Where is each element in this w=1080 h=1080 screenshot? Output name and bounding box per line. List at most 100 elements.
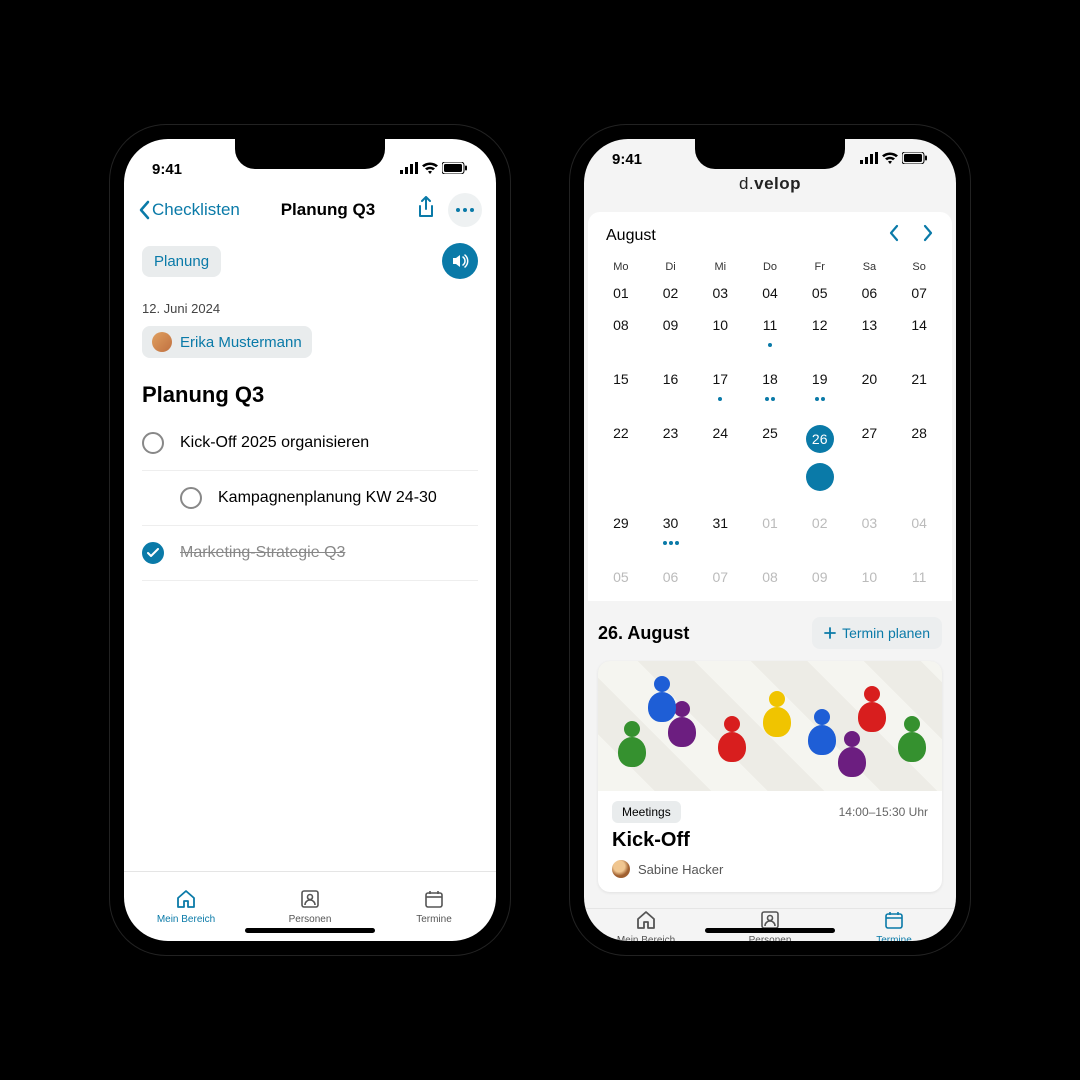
calendar-day[interactable]: 03 xyxy=(695,277,745,309)
chevron-left-icon xyxy=(888,224,900,242)
calendar-day[interactable]: 31 xyxy=(695,507,745,561)
event-dots xyxy=(795,389,845,409)
calendar-day[interactable]: 22 xyxy=(596,417,646,507)
wifi-icon xyxy=(422,161,438,178)
calendar-icon xyxy=(423,888,445,910)
calendar-day[interactable]: 09 xyxy=(795,561,845,593)
battery-icon xyxy=(442,161,468,178)
calendar-day[interactable]: 19 xyxy=(795,363,845,417)
checkbox-empty-icon[interactable] xyxy=(180,487,202,509)
tab-people[interactable]: Personen xyxy=(708,909,832,941)
checklist-item[interactable]: Kampagnenplanung KW 24-30 xyxy=(142,471,478,526)
calendar-day[interactable]: 03 xyxy=(845,507,895,561)
checklist-item-label: Marketing-Strategie Q3 xyxy=(180,544,345,562)
calendar-day[interactable]: 15 xyxy=(596,363,646,417)
category-tag[interactable]: Planung xyxy=(142,246,221,277)
calendar-day[interactable]: 06 xyxy=(845,277,895,309)
calendar: August MoDiMiDoFrSaSo 010203040506070809… xyxy=(588,212,952,601)
back-button[interactable]: Checklisten xyxy=(138,200,240,220)
calendar-day[interactable]: 10 xyxy=(845,561,895,593)
calendar-day[interactable]: 05 xyxy=(596,561,646,593)
calendar-day[interactable]: 07 xyxy=(894,277,944,309)
status-time: 9:41 xyxy=(612,151,642,168)
checklist-item[interactable]: Kick-Off 2025 organisieren xyxy=(142,416,478,471)
calendar-day[interactable]: 12 xyxy=(795,309,845,363)
plan-event-button[interactable]: Termin planen xyxy=(812,617,942,649)
share-button[interactable] xyxy=(416,196,436,225)
calendar-day[interactable]: 17 xyxy=(695,363,745,417)
calendar-day[interactable]: 25 xyxy=(745,417,795,507)
calendar-day[interactable]: 01 xyxy=(596,277,646,309)
calendar-day[interactable]: 30 xyxy=(646,507,696,561)
pawn-icon xyxy=(763,691,791,737)
event-dots xyxy=(745,389,795,409)
calendar-day[interactable]: 23 xyxy=(646,417,696,507)
selected-day-title: 26. August xyxy=(598,623,689,644)
calendar-day[interactable]: 05 xyxy=(795,277,845,309)
more-button[interactable] xyxy=(448,193,482,227)
tab-people-label: Personen xyxy=(749,935,792,941)
date-label: 12. Juni 2024 xyxy=(142,301,478,316)
chevron-left-icon xyxy=(138,200,150,220)
tab-home[interactable]: Mein Bereich xyxy=(584,909,708,941)
calendar-day[interactable]: 08 xyxy=(596,309,646,363)
calendar-day[interactable]: 14 xyxy=(894,309,944,363)
pawn-icon xyxy=(648,676,676,722)
calendar-day[interactable]: 16 xyxy=(646,363,696,417)
user-chip[interactable]: Erika Mustermann xyxy=(142,326,312,358)
home-indicator[interactable] xyxy=(245,928,375,933)
calendar-icon xyxy=(883,909,905,931)
tab-dates[interactable]: Termine xyxy=(372,872,496,941)
share-icon xyxy=(416,196,436,220)
calendar-day[interactable]: 02 xyxy=(795,507,845,561)
weekday-label: Fr xyxy=(795,257,845,277)
weekday-label: Mi xyxy=(695,257,745,277)
calendar-day[interactable]: 28 xyxy=(894,417,944,507)
nav-bar: Checklisten Planung Q3 xyxy=(124,187,496,233)
calendar-day[interactable]: 18 xyxy=(745,363,795,417)
next-month-button[interactable] xyxy=(922,224,934,247)
calendar-day[interactable]: 24 xyxy=(695,417,745,507)
event-dots xyxy=(695,389,745,409)
audio-button[interactable] xyxy=(442,243,478,279)
status-time: 9:41 xyxy=(152,161,182,178)
tab-home[interactable]: Mein Bereich xyxy=(124,872,248,941)
calendar-day[interactable]: 11 xyxy=(894,561,944,593)
calendar-day[interactable]: 29 xyxy=(596,507,646,561)
event-dots xyxy=(646,533,696,553)
avatar xyxy=(152,332,172,352)
calendar-day[interactable]: 21 xyxy=(894,363,944,417)
page-title: Planung Q3 xyxy=(281,200,375,220)
pawn-icon xyxy=(858,686,886,732)
calendar-day[interactable]: 20 xyxy=(845,363,895,417)
calendar-day[interactable]: 13 xyxy=(845,309,895,363)
chevron-right-icon xyxy=(922,224,934,242)
calendar-day[interactable]: 06 xyxy=(646,561,696,593)
checklist-item[interactable]: Marketing-Strategie Q3 xyxy=(142,526,478,581)
home-indicator[interactable] xyxy=(705,928,835,933)
calendar-day[interactable]: 04 xyxy=(745,277,795,309)
weekday-label: Do xyxy=(745,257,795,277)
home-icon xyxy=(635,909,657,931)
event-card[interactable]: Meetings 14:00–15:30 Uhr Kick-Off Sabine… xyxy=(598,661,942,892)
calendar-day[interactable]: 11 xyxy=(745,309,795,363)
event-dots xyxy=(745,335,795,355)
list-title: Planung Q3 xyxy=(142,382,478,408)
calendar-day[interactable]: 01 xyxy=(745,507,795,561)
checkbox-empty-icon[interactable] xyxy=(142,432,164,454)
tab-dates[interactable]: Termine xyxy=(832,909,956,941)
calendar-day[interactable]: 08 xyxy=(745,561,795,593)
checkbox-checked-icon[interactable] xyxy=(142,542,164,564)
calendar-day[interactable]: 27 xyxy=(845,417,895,507)
calendar-day[interactable]: 09 xyxy=(646,309,696,363)
calendar-day[interactable]: 02 xyxy=(646,277,696,309)
prev-month-button[interactable] xyxy=(888,224,900,247)
weekday-label: Sa xyxy=(845,257,895,277)
calendar-day[interactable]: 07 xyxy=(695,561,745,593)
weekday-label: Mo xyxy=(596,257,646,277)
calendar-day[interactable]: 04 xyxy=(894,507,944,561)
calendar-day[interactable]: 26 xyxy=(795,417,845,507)
calendar-day[interactable]: 10 xyxy=(695,309,745,363)
pawn-icon xyxy=(808,709,836,755)
tab-dates-label: Termine xyxy=(876,935,912,941)
